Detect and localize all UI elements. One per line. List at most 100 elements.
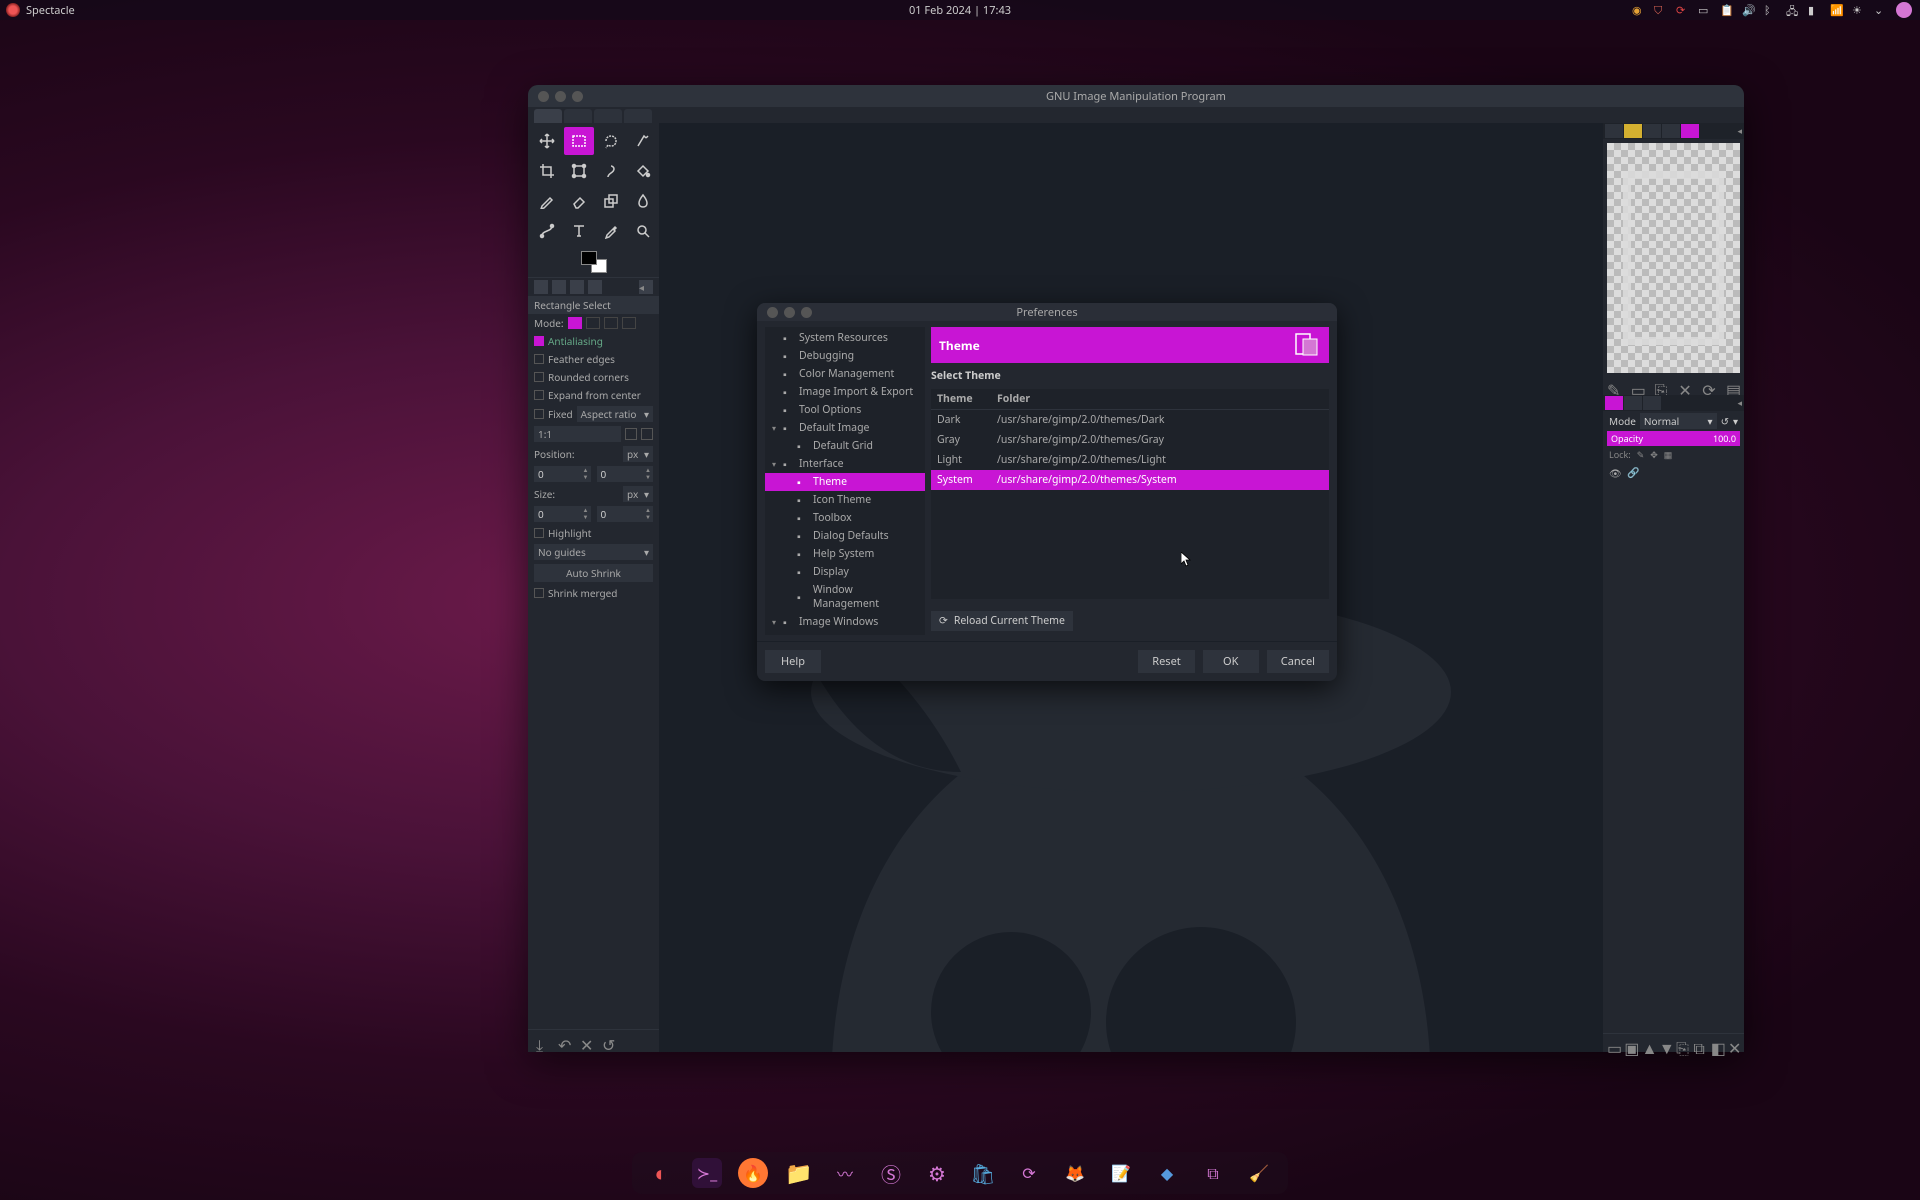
fonts-tab-icon[interactable]	[1643, 124, 1661, 138]
restore-options-icon[interactable]: ↶	[558, 1034, 572, 1048]
position-x-input[interactable]: ▲▼	[534, 466, 591, 482]
clipboard-icon[interactable]: 📋	[1720, 3, 1734, 17]
lock-pixels-icon[interactable]: ✎	[1637, 448, 1645, 461]
zoom-tool-icon[interactable]	[628, 217, 658, 245]
highlight-checkbox[interactable]	[534, 528, 544, 538]
text-tool-icon[interactable]	[564, 217, 594, 245]
shrink-merged-checkbox[interactable]	[534, 588, 544, 598]
close-icon[interactable]	[538, 91, 549, 102]
layer-mode-select[interactable]: Normal▾	[1640, 413, 1717, 429]
shield-icon[interactable]: ⛉	[1654, 3, 1668, 17]
toolbox-tab[interactable]	[534, 109, 562, 123]
maximize-icon[interactable]	[572, 91, 583, 102]
col-theme-header[interactable]: Theme	[937, 392, 997, 406]
size-h-input[interactable]: ▲▼	[597, 506, 654, 522]
prefs-tree-item[interactable]: ▾▪Default Image	[765, 419, 925, 437]
toolbox-tab[interactable]	[564, 109, 592, 123]
rounded-checkbox[interactable]	[534, 372, 544, 382]
lower-layer-icon[interactable]: ▼	[1659, 1037, 1671, 1049]
prefs-tree-item[interactable]: ▾▪Interface	[765, 455, 925, 473]
smudge-tool-icon[interactable]	[628, 187, 658, 215]
editor-app-icon[interactable]: 📝	[1106, 1158, 1136, 1188]
wifi-icon[interactable]: 📶	[1830, 3, 1844, 17]
lock-position-icon[interactable]: ✥	[1650, 448, 1658, 461]
lock-alpha-icon[interactable]: ▦	[1664, 448, 1673, 461]
prefs-tree-item[interactable]: ▪Help System	[765, 545, 925, 563]
switch-icon[interactable]: ↺	[1721, 414, 1729, 428]
save-options-icon[interactable]: ⤓	[536, 1034, 550, 1048]
transform-tool-icon[interactable]	[564, 157, 594, 185]
edit-brush-icon[interactable]: ✎	[1607, 379, 1621, 393]
brightness-icon[interactable]: ☀	[1852, 3, 1866, 17]
raise-layer-icon[interactable]: ▲	[1642, 1037, 1654, 1049]
theme-row[interactable]: System/usr/share/gimp/2.0/themes/System	[931, 470, 1329, 490]
theme-row[interactable]: Gray/usr/share/gimp/2.0/themes/Gray	[931, 430, 1329, 450]
prefs-tree-item[interactable]: ▪Theme	[765, 473, 925, 491]
screen-icon[interactable]: ▭	[1698, 3, 1712, 17]
battery-icon[interactable]: ▮	[1808, 3, 1822, 17]
toolbox-tab[interactable]	[594, 109, 622, 123]
eye-icon[interactable]: 👁	[1609, 466, 1621, 478]
patterns-tab-icon[interactable]	[1624, 124, 1642, 138]
crop-tool-icon[interactable]	[532, 157, 562, 185]
user-icon[interactable]: ◉	[1632, 3, 1646, 17]
prefs-tree-item[interactable]: ▪Tool Options	[765, 401, 925, 419]
menu-icon[interactable]: ◂	[639, 280, 653, 294]
mode-subtract-button[interactable]	[604, 317, 618, 329]
position-y-input[interactable]: ▲▼	[597, 466, 654, 482]
open-brush-icon[interactable]: ▤	[1726, 379, 1740, 393]
bucket-fill-tool-icon[interactable]	[628, 157, 658, 185]
updates-icon[interactable]: ⟳	[1676, 3, 1690, 17]
prefs-tree-item[interactable]: ▪Debugging	[765, 347, 925, 365]
volume-icon[interactable]: 🔊	[1742, 3, 1756, 17]
new-group-icon[interactable]: ▣	[1624, 1037, 1636, 1049]
monitor-app-icon[interactable]: 〰	[830, 1158, 860, 1188]
minimize-icon[interactable]	[784, 307, 795, 318]
store-app-icon[interactable]: 🛍	[968, 1158, 998, 1188]
merge-layer-icon[interactable]: ⧉	[1693, 1037, 1705, 1049]
bluetooth-icon[interactable]: ᛒ	[1764, 3, 1778, 17]
garuda-app-icon[interactable]: ◐	[646, 1158, 676, 1188]
delete-options-icon[interactable]: ✕	[580, 1034, 594, 1048]
close-icon[interactable]	[767, 307, 778, 318]
browser-app-icon[interactable]: 🔥	[738, 1158, 768, 1188]
snapshot-app-icon[interactable]: ⧉	[1198, 1158, 1228, 1188]
ok-button[interactable]: OK	[1203, 650, 1259, 673]
brushes-tab-icon[interactable]	[1605, 124, 1623, 138]
mode-replace-button[interactable]	[568, 317, 582, 329]
link-icon[interactable]: 🔗	[1627, 465, 1639, 479]
theme-row[interactable]: Dark/usr/share/gimp/2.0/themes/Dark	[931, 410, 1329, 430]
prefs-tree[interactable]: ▪System Resources▪Debugging▪Color Manage…	[765, 327, 925, 635]
layers-tab-icon[interactable]	[1605, 396, 1623, 410]
theme-row[interactable]: Light/usr/share/gimp/2.0/themes/Light	[931, 450, 1329, 470]
settings-app-icon[interactable]: ⚙	[922, 1158, 952, 1188]
octopi-app-icon[interactable]: ⟳	[1014, 1158, 1044, 1188]
fg-bg-colors[interactable]	[528, 247, 659, 277]
toolbox-tab[interactable]	[624, 109, 652, 123]
clock[interactable]: 01 Feb 2024 | 17:43	[909, 3, 1011, 18]
options-tab-icon[interactable]	[534, 280, 548, 294]
new-brush-icon[interactable]: ▭	[1631, 379, 1645, 393]
network-icon[interactable]: 🖧	[1786, 3, 1800, 17]
images-tab-icon[interactable]	[588, 280, 602, 294]
firedragon-app-icon[interactable]: 🦊	[1060, 1158, 1090, 1188]
paths-tab-icon[interactable]	[1643, 396, 1661, 410]
feather-checkbox[interactable]	[534, 354, 544, 364]
dock-menu-icon[interactable]: ◂	[1737, 124, 1742, 138]
assistant-app-icon[interactable]: ◆	[1152, 1158, 1182, 1188]
dock-menu-icon[interactable]: ◂	[1737, 396, 1742, 410]
guides-select[interactable]: No guides▾	[534, 544, 653, 560]
prefs-tree-item[interactable]: ▪Default Grid	[765, 437, 925, 455]
undo-tab-icon[interactable]	[570, 280, 584, 294]
steam-app-icon[interactable]: Ⓢ	[876, 1158, 906, 1188]
reload-theme-button[interactable]: ⟳ Reload Current Theme	[931, 611, 1073, 631]
rectangle-select-tool-icon[interactable]	[564, 127, 594, 155]
device-tab-icon[interactable]	[552, 280, 566, 294]
new-layer-icon[interactable]: ▭	[1607, 1037, 1619, 1049]
duplicate-layer-icon[interactable]: ⎘	[1676, 1037, 1688, 1049]
move-tool-icon[interactable]	[532, 127, 562, 155]
aspect-value-input[interactable]: 1:1	[534, 426, 621, 442]
prefs-tree-item[interactable]: ▾▪Image Windows	[765, 613, 925, 631]
landscape-icon[interactable]	[641, 428, 653, 440]
reset-options-icon[interactable]: ↺	[602, 1034, 616, 1048]
